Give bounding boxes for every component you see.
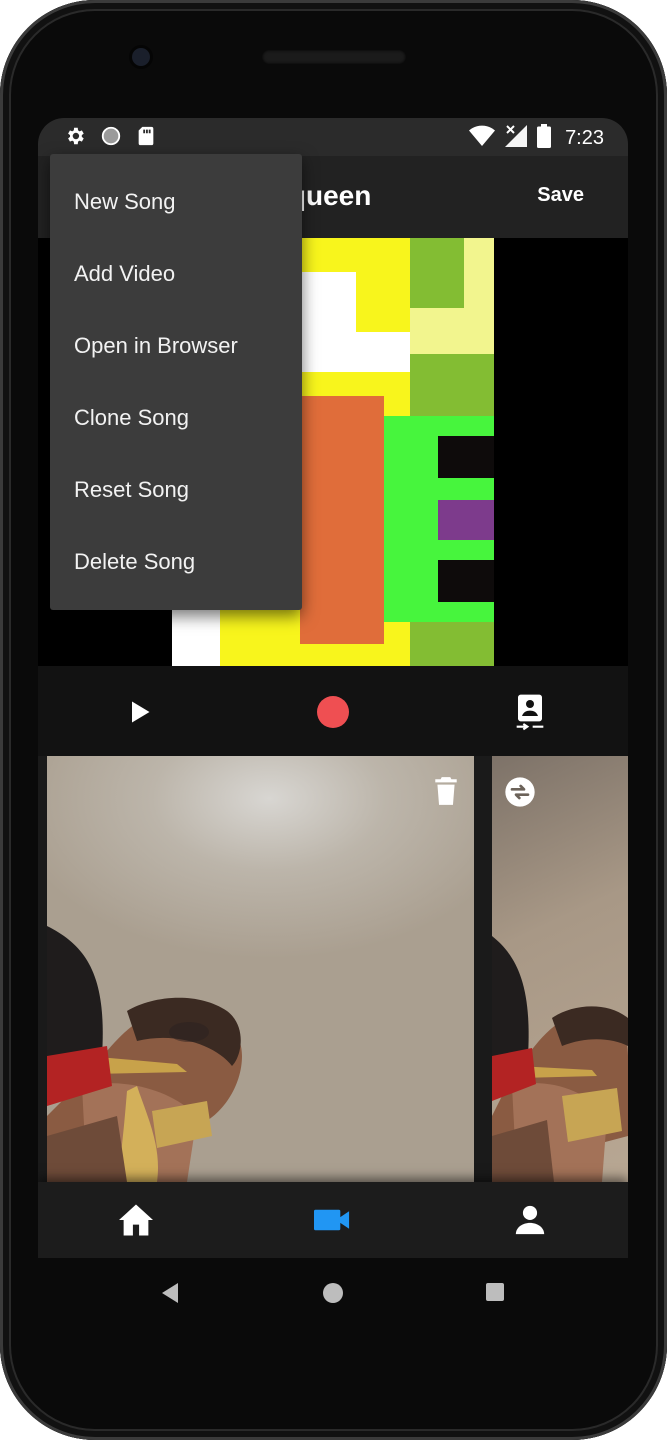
phone-frame: 7:23 g queen Save New Song Add Video Ope…	[0, 0, 667, 1440]
menu-item-add-video[interactable]: Add Video	[50, 238, 302, 310]
swap-clip-button[interactable]	[504, 776, 536, 813]
artwork-block	[410, 354, 494, 416]
menu-item-clone-song[interactable]: Clone Song	[50, 382, 302, 454]
artwork-block	[302, 272, 356, 332]
recents-icon	[486, 1283, 504, 1301]
circle-icon	[100, 125, 122, 152]
sd-card-icon	[136, 125, 156, 152]
video-clip[interactable]	[492, 756, 628, 1182]
system-back-button[interactable]	[160, 1282, 180, 1309]
front-camera	[132, 48, 150, 66]
gear-icon	[64, 125, 86, 152]
home-circle-icon	[323, 1283, 343, 1303]
menu-item-open-in-browser[interactable]: Open in Browser	[50, 310, 302, 382]
system-home-button[interactable]	[322, 1282, 344, 1309]
overflow-menu: New Song Add Video Open in Browser Clone…	[50, 154, 302, 610]
battery-icon	[537, 124, 552, 153]
play-button[interactable]	[117, 690, 161, 734]
signal-icon	[505, 125, 528, 152]
wifi-icon	[469, 125, 496, 152]
delete-clip-button[interactable]	[433, 776, 459, 811]
artwork-block	[300, 396, 384, 644]
clip-subject	[492, 936, 628, 1182]
nav-videos[interactable]	[313, 1202, 353, 1238]
artwork-block	[410, 238, 464, 308]
back-icon	[162, 1283, 178, 1303]
bottom-navigation	[38, 1182, 628, 1258]
artwork-block	[172, 608, 220, 666]
home-icon	[119, 1204, 153, 1236]
system-navigation-bar	[0, 1258, 667, 1328]
record-button[interactable]	[311, 690, 355, 734]
earpiece-speaker	[262, 50, 406, 64]
nav-profile[interactable]	[510, 1202, 550, 1238]
play-icon	[132, 701, 150, 723]
switch-camera-icon	[516, 694, 544, 731]
trash-icon	[435, 777, 457, 805]
menu-item-reset-song[interactable]: Reset Song	[50, 454, 302, 526]
artwork-block	[410, 622, 494, 666]
record-icon	[317, 696, 349, 728]
swap-icon	[505, 777, 535, 807]
artwork-block	[438, 500, 494, 540]
switch-camera-button[interactable]	[508, 690, 552, 734]
videocam-icon	[314, 1209, 350, 1231]
menu-item-delete-song[interactable]: Delete Song	[50, 526, 302, 598]
save-button[interactable]: Save	[537, 184, 584, 207]
menu-item-new-song[interactable]: New Song	[50, 166, 302, 238]
clip-subject	[47, 926, 242, 1182]
nav-home[interactable]	[116, 1202, 156, 1238]
system-recents-button[interactable]	[485, 1282, 505, 1307]
recording-controls	[38, 666, 628, 756]
artwork-block	[438, 560, 494, 602]
video-clips	[38, 756, 628, 1182]
video-clip[interactable]	[47, 756, 474, 1182]
screen: 7:23 g queen Save New Song Add Video Ope…	[38, 118, 628, 1258]
artwork-block	[438, 436, 494, 478]
status-time: 7:23	[565, 127, 604, 149]
status-bar: 7:23	[38, 118, 628, 156]
person-icon	[515, 1205, 545, 1235]
